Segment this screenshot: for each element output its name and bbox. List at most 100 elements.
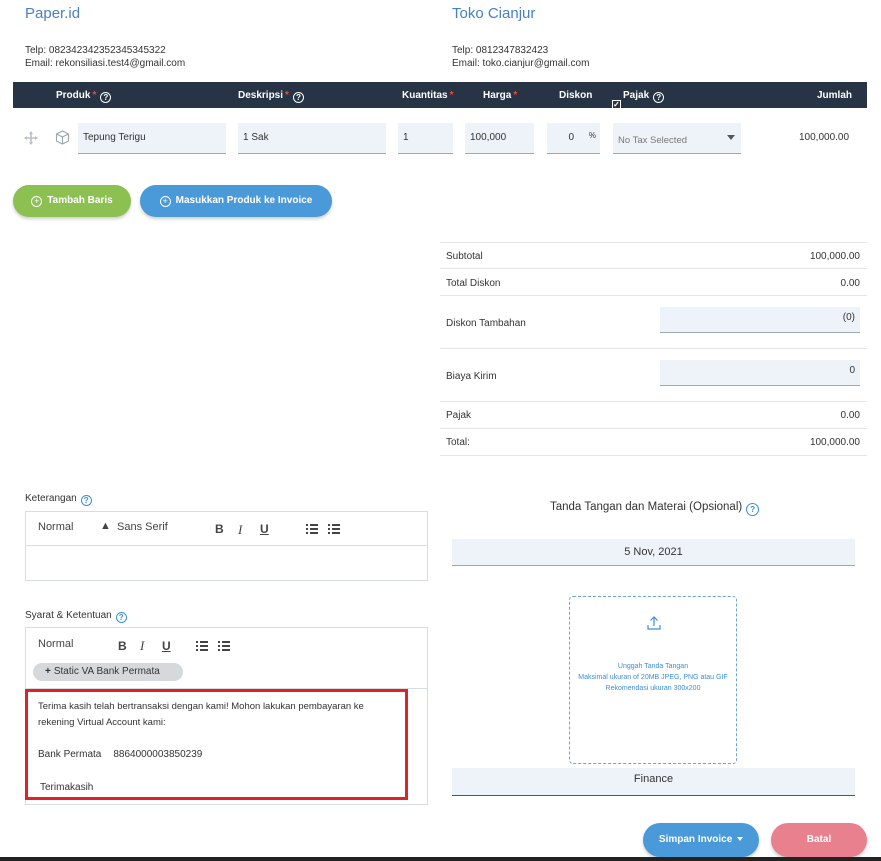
produk-input[interactable]: Tepung Terigu (78, 123, 226, 154)
summary-total: Total: 100,000.00 (440, 429, 867, 456)
caret-down-icon (737, 837, 744, 842)
kuantitas-input[interactable]: 1 (398, 123, 453, 154)
diskon-unit: % (588, 131, 596, 140)
pajak-select[interactable]: No Tax Selected (613, 123, 741, 154)
bold-icon[interactable]: B (215, 522, 224, 536)
pajak-label: Pajak (446, 410, 472, 421)
keterangan-label-text: Keterangan (25, 493, 77, 504)
summary-diskon-tambahan: Diskon Tambahan (0) (440, 296, 867, 349)
keterangan-format-select[interactable]: Normal (38, 521, 73, 533)
chip-label: Static VA Bank Permata (53, 666, 160, 677)
bullet-list-icon[interactable] (328, 524, 340, 534)
plus-icon: + (45, 666, 51, 677)
buyer-name: Toko Cianjur (452, 5, 536, 22)
masukkan-produk-button[interactable]: + Masukkan Produk ke Invoice (140, 185, 332, 217)
signature-title-text: Tanda Tangan dan Materai (Opsional) (550, 501, 743, 513)
help-icon[interactable]: ? (292, 92, 304, 103)
checkbox-icon[interactable]: ✓ (612, 100, 621, 109)
ordered-list-icon[interactable] (196, 641, 208, 651)
keterangan-font-select[interactable]: Sans Serif (117, 521, 168, 533)
format-value: Normal (38, 521, 74, 533)
header-deskripsi: Deskripsi *? (238, 90, 304, 103)
summary-biaya-kirim: Biaya Kirim 0 (440, 349, 867, 402)
header-jumlah: Jumlah (817, 90, 853, 101)
simpan-invoice-button[interactable]: Simpan Invoice (643, 823, 759, 857)
signature-date-field[interactable]: 5 Nov, 2021 (452, 539, 855, 566)
signature-title: Tanda Tangan dan Materai (Opsional)? (550, 501, 760, 516)
buyer-phone: Telp: 0812347832423 (452, 45, 549, 56)
ordered-list-icon[interactable] (306, 524, 318, 534)
plus-circle-icon: + (159, 196, 171, 207)
help-icon[interactable]: ? (653, 92, 665, 103)
total-value: 100,000.00 (809, 437, 860, 448)
diskon-value: 0 (568, 132, 574, 143)
diskon-input[interactable]: 0 % (547, 123, 600, 154)
move-icon[interactable] (24, 131, 38, 145)
signature-name-field[interactable]: Finance (452, 768, 855, 796)
format-value: Normal (38, 638, 74, 650)
upload-icon (646, 615, 662, 631)
keterangan-editor: Normal ▲ Sans Serif B I U (25, 511, 428, 581)
jumlah-value: 100,000.00 (799, 132, 850, 143)
subtotal-value: 100,000.00 (809, 251, 860, 262)
caret-down-icon (727, 135, 735, 140)
highlight-box (25, 689, 408, 800)
buyer-email: Email: toko.cianjur@gmail.com (452, 58, 590, 69)
tambah-baris-label: Tambah Baris (47, 195, 113, 206)
syarat-format-select[interactable]: Normal (38, 638, 73, 650)
harga-input[interactable]: 100,000 (465, 123, 534, 154)
subtotal-label: Subtotal (446, 251, 483, 262)
keterangan-label: Keterangan? (25, 493, 92, 506)
underline-icon[interactable]: U (260, 522, 269, 536)
upload-rec: Rekomendasi ukuran 300x200 (605, 685, 701, 692)
static-va-chip[interactable]: + Static VA Bank Permata (33, 663, 183, 681)
italic-icon[interactable]: I (140, 638, 144, 654)
total-diskon-value: 0.00 (840, 278, 860, 289)
keterangan-toolbar: Normal ▲ Sans Serif B I U (26, 512, 427, 546)
seller-phone: Telp: 082342342352345345322 (25, 45, 166, 56)
box-icon (55, 130, 70, 145)
syarat-label-text: Syarat & Ketentuan (25, 610, 112, 621)
summary-subtotal: Subtotal 100,000.00 (440, 242, 867, 269)
syarat-toolbar: Normal B I U + Static VA Bank Permata (26, 628, 427, 689)
help-icon[interactable]: ? (115, 612, 127, 623)
masukkan-produk-label: Masukkan Produk ke Invoice (175, 195, 313, 206)
items-table-header: Produk *? Deskripsi *? Kuantitas * Harga * D… (13, 82, 867, 109)
header-diskon: Diskon (559, 90, 593, 101)
signature-upload-area[interactable]: Unggah Tanda Tangan Maksimal ukuran of 2… (569, 596, 737, 764)
tambah-baris-button[interactable]: + Tambah Baris (13, 185, 131, 217)
deskripsi-input[interactable]: 1 Sak (238, 123, 386, 154)
italic-icon[interactable]: I (238, 522, 242, 538)
upload-max: Maksimal ukuran of 20MB JPEG, PNG atau G… (578, 674, 728, 681)
help-icon[interactable]: ? (100, 92, 112, 103)
underline-icon[interactable]: U (162, 639, 171, 653)
bullet-list-icon[interactable] (218, 641, 230, 651)
simpan-label: Simpan Invoice (658, 834, 733, 845)
seller-name: Paper.id (25, 5, 81, 22)
font-value: Sans Serif (117, 521, 168, 533)
keterangan-format-updown-icon[interactable]: ▲ (100, 520, 111, 532)
total-label: Total: (446, 437, 470, 448)
header-harga: Harga * (483, 90, 518, 101)
diskon-tambahan-input[interactable]: (0) (660, 307, 860, 333)
summary-total-diskon: Total Diskon 0.00 (440, 269, 867, 296)
header-pajak: ✓Pajak? (612, 90, 665, 109)
biaya-kirim-label: Biaya Kirim (446, 371, 497, 382)
plus-circle-icon: + (31, 196, 43, 207)
pajak-selected: No Tax Selected (618, 135, 688, 146)
upload-title: Unggah Tanda Tangan (617, 663, 689, 670)
header-kuantitas: Kuantitas * (402, 90, 454, 101)
help-icon[interactable]: ? (746, 503, 760, 516)
syarat-label: Syarat & Ketentuan? (25, 610, 127, 623)
biaya-kirim-input[interactable]: 0 (660, 360, 860, 386)
diskon-tambahan-label: Diskon Tambahan (446, 318, 526, 329)
help-icon[interactable]: ? (80, 495, 92, 506)
pajak-value: 0.00 (840, 410, 860, 421)
seller-email: Email: rekonsiliasi.test4@gmail.com (25, 58, 186, 69)
keterangan-text-area[interactable] (26, 546, 427, 580)
header-produk: Produk *? (56, 90, 112, 103)
batal-button[interactable]: Batal (771, 823, 867, 857)
bold-icon[interactable]: B (118, 639, 127, 653)
bottom-bar (0, 857, 881, 861)
total-diskon-label: Total Diskon (446, 278, 501, 289)
